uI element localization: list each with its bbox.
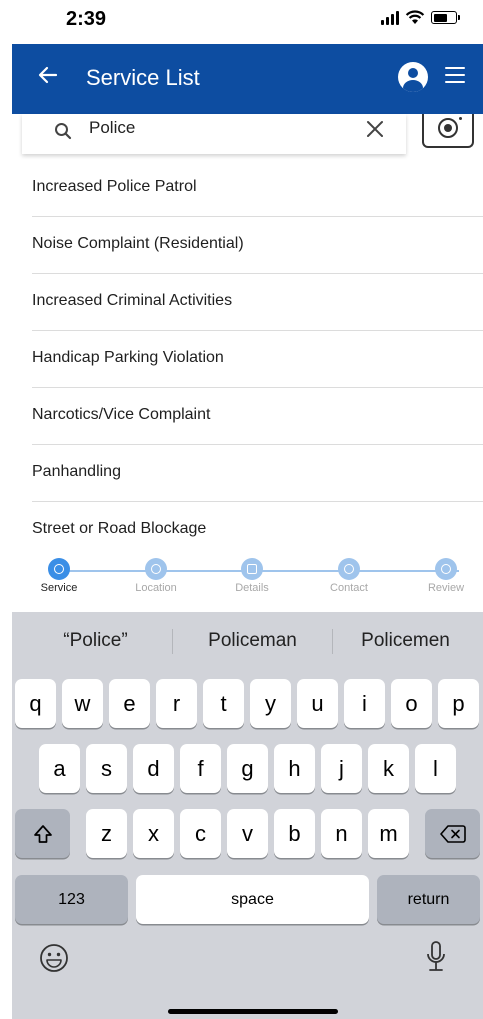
- search-input[interactable]: Police: [22, 114, 406, 154]
- step-review[interactable]: Review: [401, 558, 483, 594]
- shift-icon: [33, 824, 52, 843]
- review-eye-icon: [435, 558, 457, 580]
- key-m[interactable]: m: [368, 809, 409, 858]
- list-item[interactable]: Narcotics/Vice Complaint: [32, 388, 483, 445]
- service-list: Increased Police Patrol Noise Complaint …: [32, 160, 483, 559]
- search-icon: [55, 123, 72, 140]
- wifi-icon: [405, 10, 425, 24]
- progress-stepper: Service Location Details Contact Review: [12, 544, 483, 612]
- key-t[interactable]: t: [203, 679, 244, 728]
- list-item[interactable]: Noise Complaint (Residential): [32, 217, 483, 274]
- key-o[interactable]: o: [391, 679, 432, 728]
- contact-icon: [338, 558, 360, 580]
- key-a[interactable]: a: [39, 744, 80, 793]
- back-arrow-icon[interactable]: [36, 63, 60, 87]
- numbers-key[interactable]: 123: [15, 875, 128, 924]
- key-j[interactable]: j: [321, 744, 362, 793]
- return-key[interactable]: return: [377, 875, 480, 924]
- step-service[interactable]: Service: [14, 558, 104, 594]
- key-h[interactable]: h: [274, 744, 315, 793]
- location-pin-icon: [145, 558, 167, 580]
- key-c[interactable]: c: [180, 809, 221, 858]
- app-header: Service List: [12, 44, 483, 114]
- key-l[interactable]: l: [415, 744, 456, 793]
- shift-key[interactable]: [15, 809, 70, 858]
- key-x[interactable]: x: [133, 809, 174, 858]
- key-s[interactable]: s: [86, 744, 127, 793]
- service-step-icon: [48, 558, 70, 580]
- suggestion-bar: “Police” Policeman Policemen: [12, 612, 483, 664]
- key-q[interactable]: q: [15, 679, 56, 728]
- backspace-key[interactable]: [425, 809, 480, 858]
- list-item[interactable]: Handicap Parking Violation: [32, 331, 483, 388]
- backspace-icon: [439, 824, 466, 843]
- key-i[interactable]: i: [344, 679, 385, 728]
- hamburger-menu-icon[interactable]: [445, 67, 465, 83]
- status-icons: [381, 10, 460, 25]
- details-icon: [241, 558, 263, 580]
- space-key[interactable]: space: [136, 875, 369, 924]
- camera-button[interactable]: [422, 114, 474, 148]
- key-v[interactable]: v: [227, 809, 268, 858]
- key-r[interactable]: r: [156, 679, 197, 728]
- key-u[interactable]: u: [297, 679, 338, 728]
- key-w[interactable]: w: [62, 679, 103, 728]
- key-n[interactable]: n: [321, 809, 362, 858]
- key-d[interactable]: d: [133, 744, 174, 793]
- status-time: 2:39: [66, 8, 107, 30]
- status-bar: 2:39: [0, 0, 483, 44]
- page-title: Service List: [86, 65, 200, 90]
- search-query-text: Police: [89, 118, 136, 137]
- step-location[interactable]: Location: [111, 558, 201, 594]
- home-indicator: [168, 1009, 338, 1014]
- list-item[interactable]: Increased Criminal Activities: [32, 274, 483, 331]
- step-contact[interactable]: Contact: [304, 558, 394, 594]
- list-item[interactable]: Increased Police Patrol: [32, 160, 483, 217]
- key-k[interactable]: k: [368, 744, 409, 793]
- key-g[interactable]: g: [227, 744, 268, 793]
- battery-icon: [431, 11, 460, 24]
- emoji-icon[interactable]: [38, 942, 70, 974]
- suggestion-item[interactable]: “Police”: [18, 630, 173, 652]
- account-icon[interactable]: [398, 62, 428, 92]
- cellular-signal-icon: [381, 10, 399, 25]
- key-e[interactable]: e: [109, 679, 150, 728]
- list-item[interactable]: Panhandling: [32, 445, 483, 502]
- step-details[interactable]: Details: [207, 558, 297, 594]
- clear-search-icon[interactable]: [366, 120, 384, 138]
- camera-icon: [438, 118, 458, 138]
- key-b[interactable]: b: [274, 809, 315, 858]
- key-f[interactable]: f: [180, 744, 221, 793]
- key-p[interactable]: p: [438, 679, 479, 728]
- suggestion-item[interactable]: Policemen: [328, 630, 483, 652]
- on-screen-keyboard: “Police” Policeman Policemen q w e r t y…: [12, 612, 483, 1019]
- key-z[interactable]: z: [86, 809, 127, 858]
- suggestion-item[interactable]: Policeman: [175, 630, 330, 652]
- key-y[interactable]: y: [250, 679, 291, 728]
- microphone-icon[interactable]: [424, 940, 448, 974]
